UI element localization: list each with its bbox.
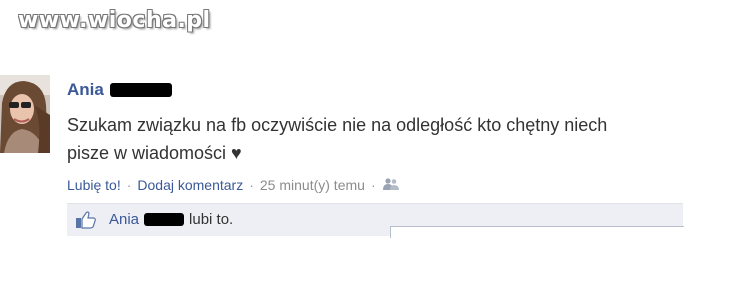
post-author: Ania (67, 80, 707, 100)
site-watermark: www.wiocha.pl (18, 8, 211, 33)
post: Ania Szukam związku na fb oczywiście nie… (67, 80, 707, 193)
post-message-line1: Szukam związku na fb oczywiście nie na o… (67, 115, 608, 135)
separator: · (370, 177, 376, 193)
avatar[interactable] (0, 75, 50, 153)
separator: · (249, 177, 254, 193)
separator: · (126, 177, 132, 193)
post-actions: Lubię to! · Dodaj komentarz · 25 minut(y… (67, 177, 707, 193)
likes-suffix: lubi to. (189, 211, 234, 228)
author-name[interactable]: Ania (67, 80, 104, 100)
likes-bar: Ania lubi to. (67, 203, 684, 238)
likes-text: Ania lubi to. (109, 211, 233, 228)
comment-link[interactable]: Dodaj komentarz (137, 177, 243, 193)
like-link[interactable]: Lubię to! (67, 177, 121, 193)
post-timestamp[interactable]: 25 minut(y) temu (260, 177, 365, 193)
redacted-surname (144, 213, 185, 226)
liker-name[interactable]: Ania (109, 211, 139, 228)
comment-input[interactable] (390, 226, 684, 238)
redacted-surname (109, 83, 172, 97)
thumbs-up-icon (75, 211, 97, 234)
post-message: Szukam związku na fb oczywiście nie na o… (67, 111, 707, 167)
post-message-line2: pisze w wiadomości ♥ (67, 143, 242, 163)
friends-icon[interactable] (382, 177, 400, 193)
